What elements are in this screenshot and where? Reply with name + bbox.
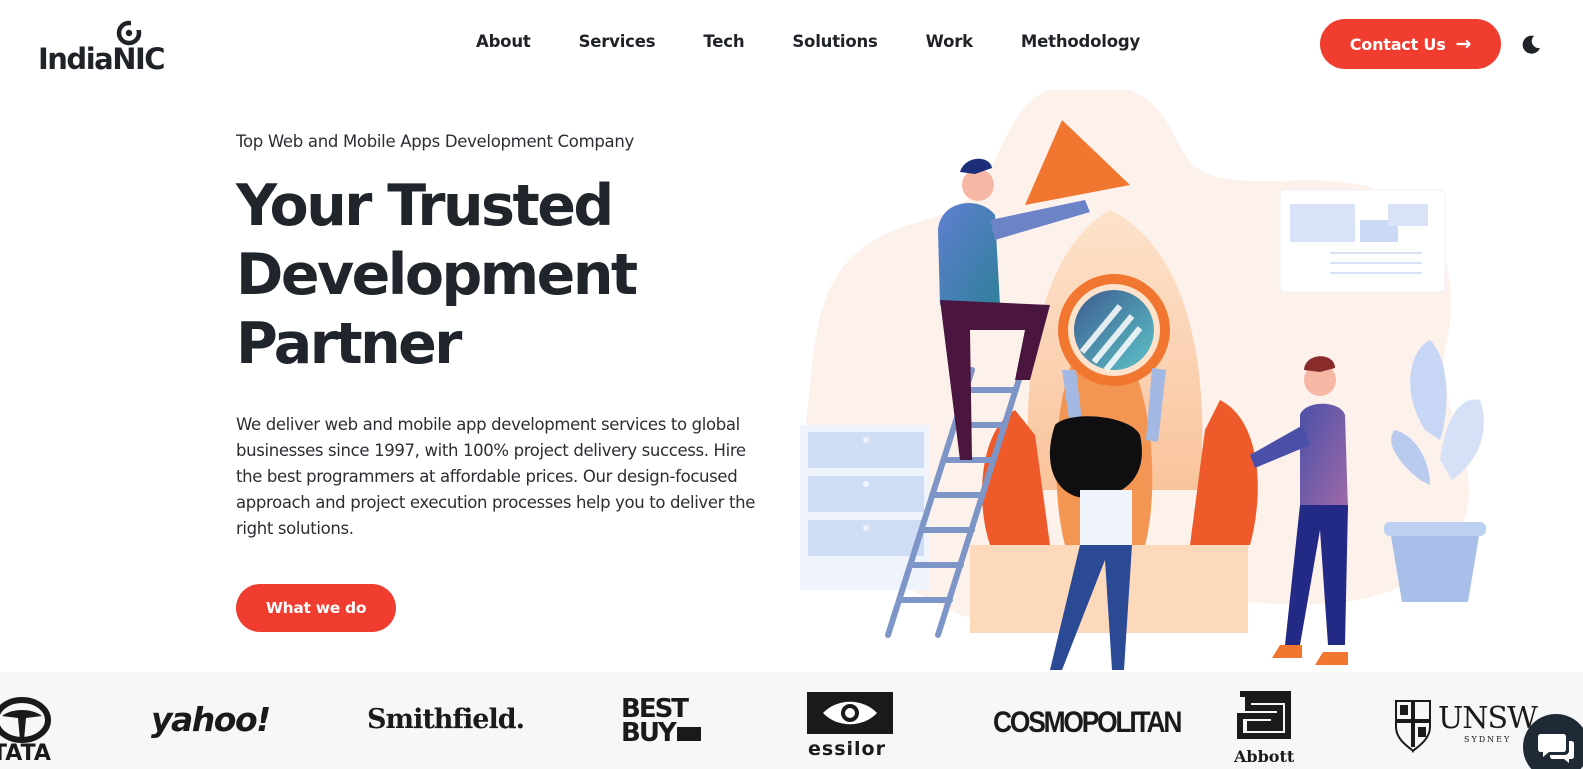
client-logos-strip: TATA yahoo! Smithfield. BEST BUY essilor… (0, 672, 1583, 769)
abbott-wordmark: Abbott (1234, 747, 1295, 766)
what-we-do-button[interactable]: What we do (236, 584, 396, 632)
browser-card-graphic (1279, 189, 1446, 293)
main-nav: About Services Tech Solutions Work Metho… (476, 32, 1188, 51)
hero-description: We deliver web and mobile app developmen… (236, 415, 756, 538)
indianic-logo[interactable]: IndiaNIC (38, 18, 166, 76)
hero-title-line-3: Partner (236, 311, 462, 377)
tata-logo: TATA (0, 696, 56, 766)
yahoo-logo: yahoo! (151, 700, 271, 739)
site-header: IndiaNIC About Services Tech Solutions W… (0, 0, 1583, 90)
bestbuy-logo: BEST BUY (621, 696, 701, 748)
unsw-logo: UNSW SYDNEY (1394, 697, 1544, 757)
essilor-logo: essilor (807, 692, 893, 760)
abbott-logo: Abbott (1234, 690, 1294, 766)
hero-title: Your Trusted Development Partner (236, 172, 776, 379)
tata-wordmark: TATA (0, 741, 51, 762)
contact-us-button[interactable]: Contact Us → (1320, 19, 1501, 69)
nav-services[interactable]: Services (579, 32, 656, 51)
unsw-crest-icon (1395, 700, 1431, 753)
hero-eyebrow: Top Web and Mobile Apps Development Comp… (236, 132, 634, 151)
chat-widget-button[interactable] (1523, 714, 1583, 769)
essilor-wordmark: essilor (808, 738, 886, 758)
nav-solutions[interactable]: Solutions (792, 32, 877, 51)
hero-illustration (800, 90, 1486, 670)
essilor-emblem-icon: essilor (807, 692, 893, 760)
unsw-subtitle: SYDNEY (1464, 735, 1512, 744)
cosmopolitan-logo: COSMOPOLITAN (993, 706, 1182, 739)
logo-text: IndiaNIC (38, 42, 166, 76)
bestbuy-line-2: BUY (621, 718, 677, 748)
nav-tech[interactable]: Tech (703, 32, 744, 51)
arrow-right-icon: → (1455, 32, 1472, 55)
abbott-emblem-icon (1237, 691, 1291, 739)
moon-icon[interactable] (1519, 33, 1543, 57)
contact-us-label: Contact Us (1349, 34, 1446, 54)
hero-title-line-2: Development (236, 242, 638, 308)
tata-emblem-icon: TATA (0, 697, 51, 766)
bestbuy-tag-icon (676, 726, 701, 741)
hero-title-line-1: Your Trusted (236, 173, 614, 239)
chat-icon (1538, 734, 1574, 763)
nav-work[interactable]: Work (926, 32, 973, 51)
nav-methodology[interactable]: Methodology (1021, 32, 1140, 51)
nav-about[interactable]: About (476, 32, 531, 51)
smithfield-logo: Smithfield. (367, 704, 525, 735)
